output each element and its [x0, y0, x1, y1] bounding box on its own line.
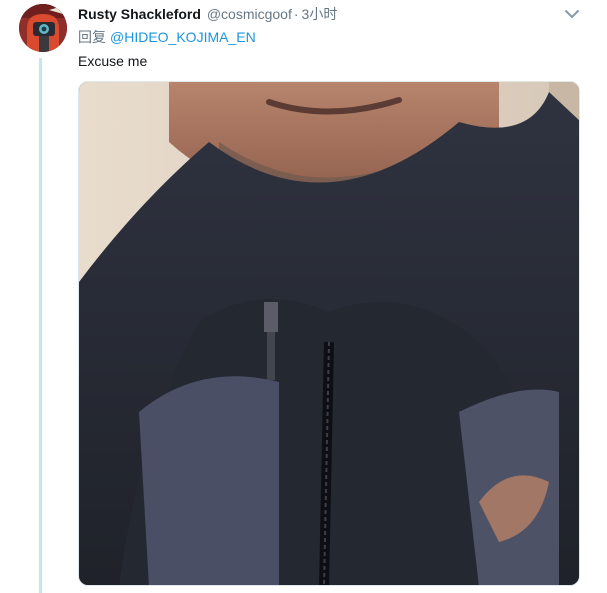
- avatar-image: [19, 4, 67, 52]
- more-options-button[interactable]: [562, 5, 582, 23]
- tweet-text: Excuse me: [78, 53, 148, 69]
- photo-image: [79, 82, 579, 585]
- reply-mention-link[interactable]: @HIDEO_KOJIMA_EN: [110, 29, 256, 45]
- thread-connector-line: [39, 58, 42, 593]
- reply-context: 回复 @HIDEO_KOJIMA_EN: [78, 28, 256, 46]
- tweet-header: Rusty Shackleford @cosmicgoof · 3小时: [78, 5, 561, 25]
- avatar[interactable]: [19, 4, 67, 52]
- header-separator: ·: [293, 6, 299, 22]
- display-name[interactable]: Rusty Shackleford: [78, 6, 201, 22]
- chevron-down-icon: [565, 10, 579, 18]
- tweet-photo[interactable]: [78, 81, 580, 586]
- reply-prefix: 回复: [78, 29, 106, 45]
- tweet: Rusty Shackleford @cosmicgoof · 3小时 回复 @HID…: [0, 0, 607, 593]
- tweet-timestamp[interactable]: 3小时: [302, 6, 338, 22]
- user-handle[interactable]: @cosmicgoof: [207, 6, 292, 22]
